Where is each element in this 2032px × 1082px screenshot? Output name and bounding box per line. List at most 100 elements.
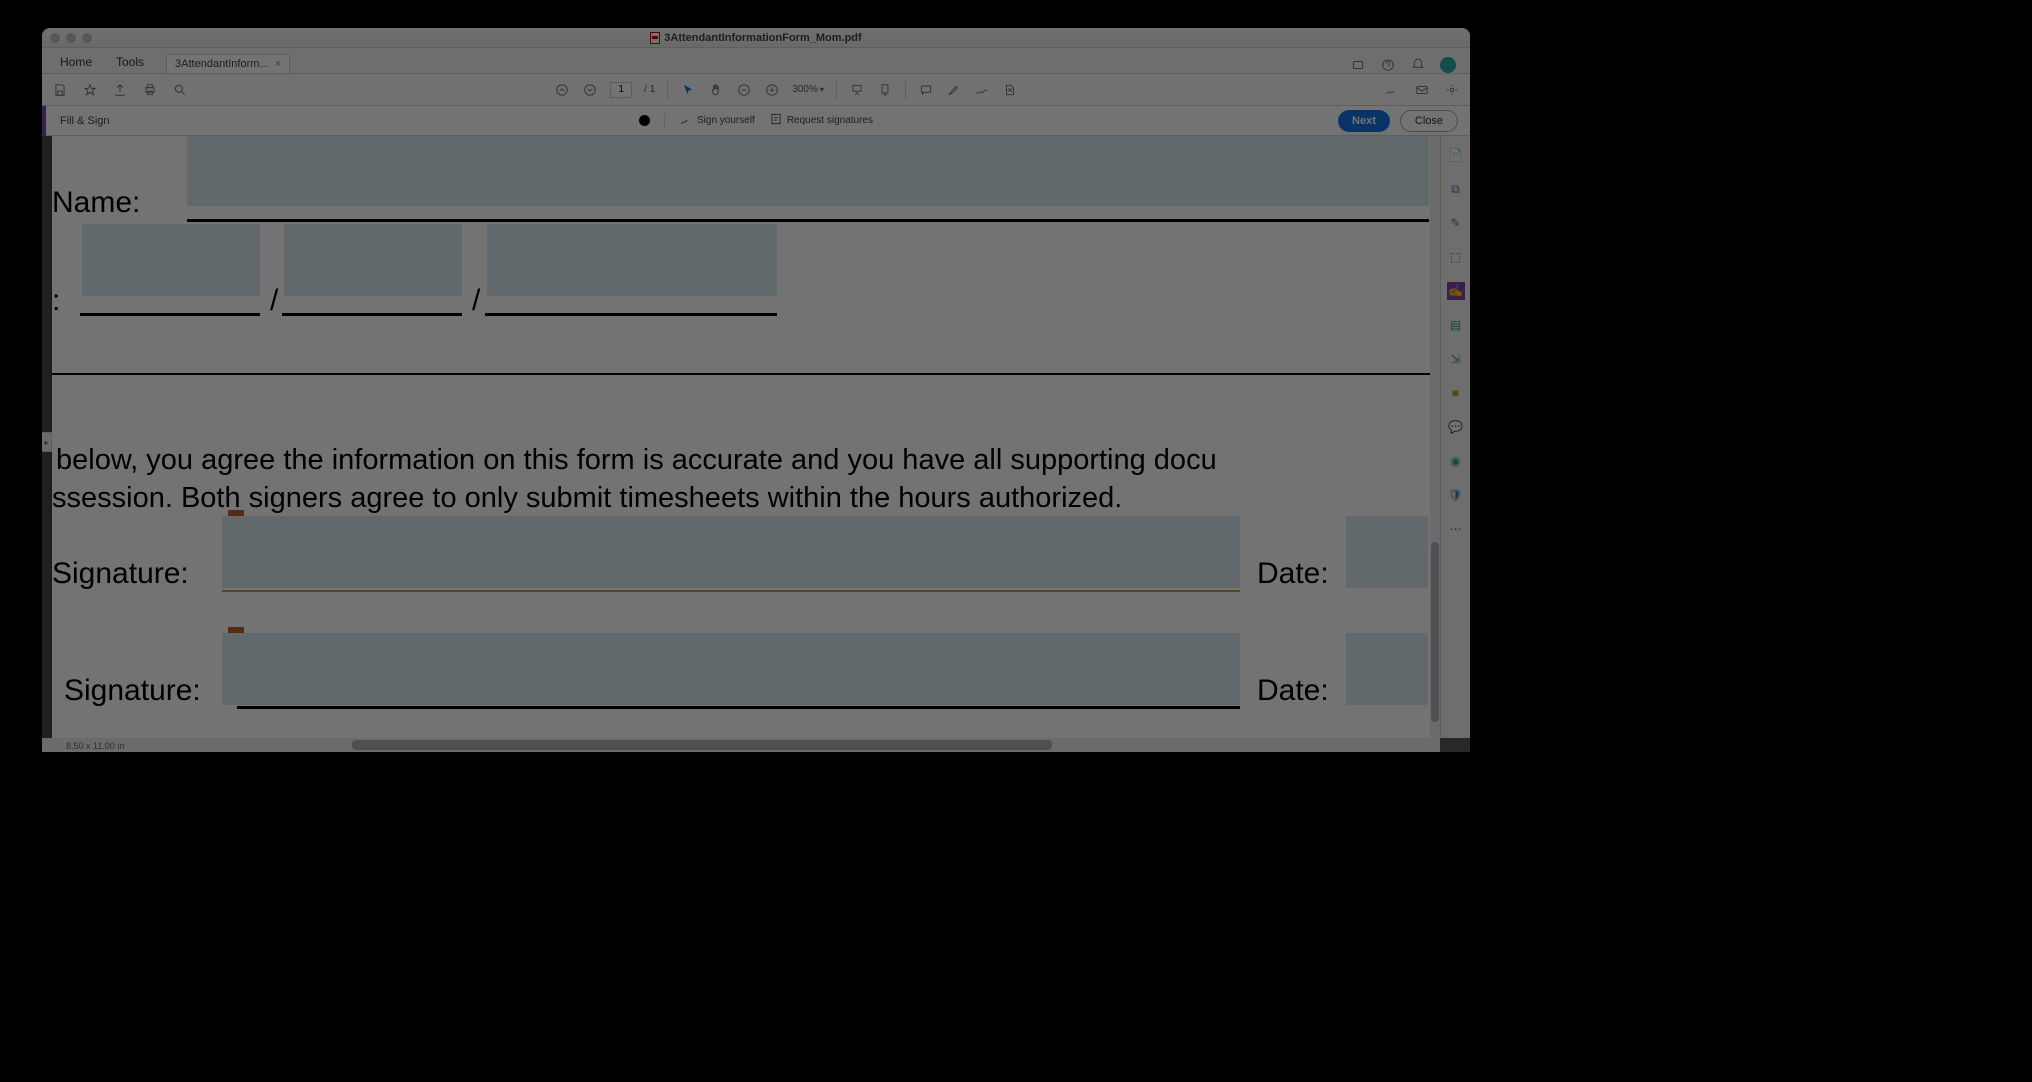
date-field-sig1[interactable] <box>1346 516 1428 588</box>
combine-icon[interactable]: ⧉ <box>1447 180 1465 198</box>
fit-page-icon[interactable] <box>877 82 893 98</box>
zoom-out-icon[interactable] <box>736 82 752 98</box>
page-number-input[interactable] <box>610 82 632 98</box>
cloud-icon[interactable] <box>1350 57 1366 73</box>
app-window: 3AttendantInformationForm_Mom.pdf Home T… <box>42 28 1470 752</box>
request-sign-icon <box>769 112 783 129</box>
vertical-scrollbar[interactable] <box>1430 136 1440 738</box>
tab-home[interactable]: Home <box>48 51 104 73</box>
page-up-icon[interactable] <box>554 82 570 98</box>
date-underline-1 <box>80 313 260 316</box>
redact-icon[interactable]: ■ <box>1447 384 1465 402</box>
color-picker-dot[interactable] <box>639 115 650 126</box>
vertical-scroll-thumb[interactable] <box>1431 542 1439 722</box>
selection-tool-icon[interactable] <box>680 82 696 98</box>
date-underline-2 <box>282 313 462 316</box>
search-icon[interactable] <box>172 82 188 98</box>
fit-width-icon[interactable] <box>849 82 865 98</box>
date-field-2[interactable] <box>284 224 462 296</box>
right-tools-rail: 📄 ⧉ ✎ ⬚ ✍ ▤ ⇲ ■ 💬 ◉ 🛡 ⋯ <box>1440 136 1470 738</box>
zoom-in-icon[interactable] <box>764 82 780 98</box>
name-field[interactable] <box>187 136 1429 206</box>
close-tab-icon[interactable]: × <box>275 58 281 70</box>
next-button[interactable]: Next <box>1338 110 1390 132</box>
agree-text-line2: ssession. Both signers agree to only sub… <box>52 480 1122 518</box>
compress-icon[interactable]: ⇲ <box>1447 350 1465 368</box>
separator <box>836 81 837 99</box>
fill-sign-rail-icon[interactable]: ✍ <box>1447 282 1465 300</box>
tabbar-right <box>1350 57 1464 73</box>
document-scroll[interactable]: Name: : / / below, you agree the inf <box>42 136 1440 738</box>
name-underline <box>187 219 1429 222</box>
zoom-level-value: 300% <box>792 84 818 95</box>
more-rail-icon[interactable]: ⋯ <box>1447 520 1465 538</box>
more-tools-icon[interactable] <box>1444 82 1460 98</box>
signature-field-1[interactable] <box>222 516 1240 588</box>
toolbar-right <box>1384 82 1460 98</box>
document-tab-label: 3AttendantInform... <box>175 58 269 70</box>
separator <box>905 81 906 99</box>
signature-underline-2 <box>237 706 1240 709</box>
save-icon[interactable] <box>52 82 68 98</box>
page-dimensions: 8.50 x 11.00 in <box>66 741 124 751</box>
fill-sign-accent <box>42 106 46 136</box>
date-field-3[interactable] <box>487 224 777 296</box>
date-field-sig2[interactable] <box>1346 633 1428 705</box>
window-title: 3AttendantInformationForm_Mom.pdf <box>664 32 861 44</box>
fill-sign-right: Next Close <box>1338 110 1458 132</box>
titlebar: 3AttendantInformationForm_Mom.pdf <box>42 28 1470 48</box>
star-icon[interactable] <box>82 82 98 98</box>
horizontal-scrollbar[interactable]: 8.50 x 11.00 in <box>42 738 1440 752</box>
document-tab[interactable]: 3AttendantInform... × <box>166 54 290 73</box>
window-minimize-button[interactable] <box>66 33 76 43</box>
share-icon[interactable] <box>1414 82 1430 98</box>
name-label: Name: <box>52 186 140 220</box>
sign-tool-icon[interactable] <box>1384 82 1400 98</box>
protect-icon[interactable]: 🛡 <box>1447 486 1465 504</box>
section-divider <box>52 373 1430 375</box>
page-down-icon[interactable] <box>582 82 598 98</box>
fill-sign-bar: Fill & Sign Sign yourself Request signat… <box>42 106 1470 136</box>
date-label-1: Date: <box>1257 557 1329 591</box>
zoom-level[interactable]: 300% ▾ <box>792 84 824 95</box>
request-signatures-button[interactable]: Request signatures <box>769 112 873 129</box>
fill-sign-center: Sign yourself Request signatures <box>639 112 873 129</box>
print-icon[interactable] <box>142 82 158 98</box>
erase-icon[interactable] <box>1002 82 1018 98</box>
comment-icon[interactable] <box>918 82 934 98</box>
stamp-icon[interactable]: ◉ <box>1447 452 1465 470</box>
tab-tools[interactable]: Tools <box>104 51 156 73</box>
window-maximize-button[interactable] <box>82 33 92 43</box>
edit-pdf-icon[interactable]: ✎ <box>1447 214 1465 232</box>
create-pdf-icon[interactable]: 📄 <box>1447 146 1465 164</box>
date-sep-1: / <box>270 284 278 318</box>
avatar[interactable] <box>1440 57 1456 73</box>
traffic-lights <box>50 33 92 43</box>
date-label-2: Date: <box>1257 674 1329 708</box>
highlight-icon[interactable] <box>946 82 962 98</box>
chevron-down-icon: ▾ <box>820 85 824 94</box>
date-sep-2: / <box>472 284 480 318</box>
signature-field-2[interactable] <box>222 633 1240 705</box>
sign-yourself-button[interactable]: Sign yourself <box>679 112 755 129</box>
export-pdf-icon[interactable]: ⬚ <box>1447 248 1465 266</box>
fill-sign-title: Fill & Sign <box>60 115 110 127</box>
notifications-icon[interactable] <box>1410 57 1426 73</box>
help-icon[interactable] <box>1380 57 1396 73</box>
sign-yourself-label: Sign yourself <box>697 115 755 126</box>
pdf-page[interactable]: Name: : / / below, you agree the inf <box>52 136 1436 738</box>
page-total: / 1 <box>644 84 655 95</box>
fountain-pen-icon <box>679 112 693 129</box>
close-button[interactable]: Close <box>1400 110 1458 132</box>
horizontal-scroll-thumb[interactable] <box>352 740 1052 750</box>
date-field-1[interactable] <box>82 224 260 296</box>
panel-expand-button[interactable]: ▸ <box>42 432 52 452</box>
hand-tool-icon[interactable] <box>708 82 724 98</box>
comment-rail-icon[interactable]: 💬 <box>1447 418 1465 436</box>
window-close-button[interactable] <box>50 33 60 43</box>
signature-label-2: Signature: <box>64 674 201 708</box>
draw-icon[interactable] <box>974 82 990 98</box>
pdf-file-icon <box>650 32 660 44</box>
organize-icon[interactable]: ▤ <box>1447 316 1465 334</box>
upload-icon[interactable] <box>112 82 128 98</box>
